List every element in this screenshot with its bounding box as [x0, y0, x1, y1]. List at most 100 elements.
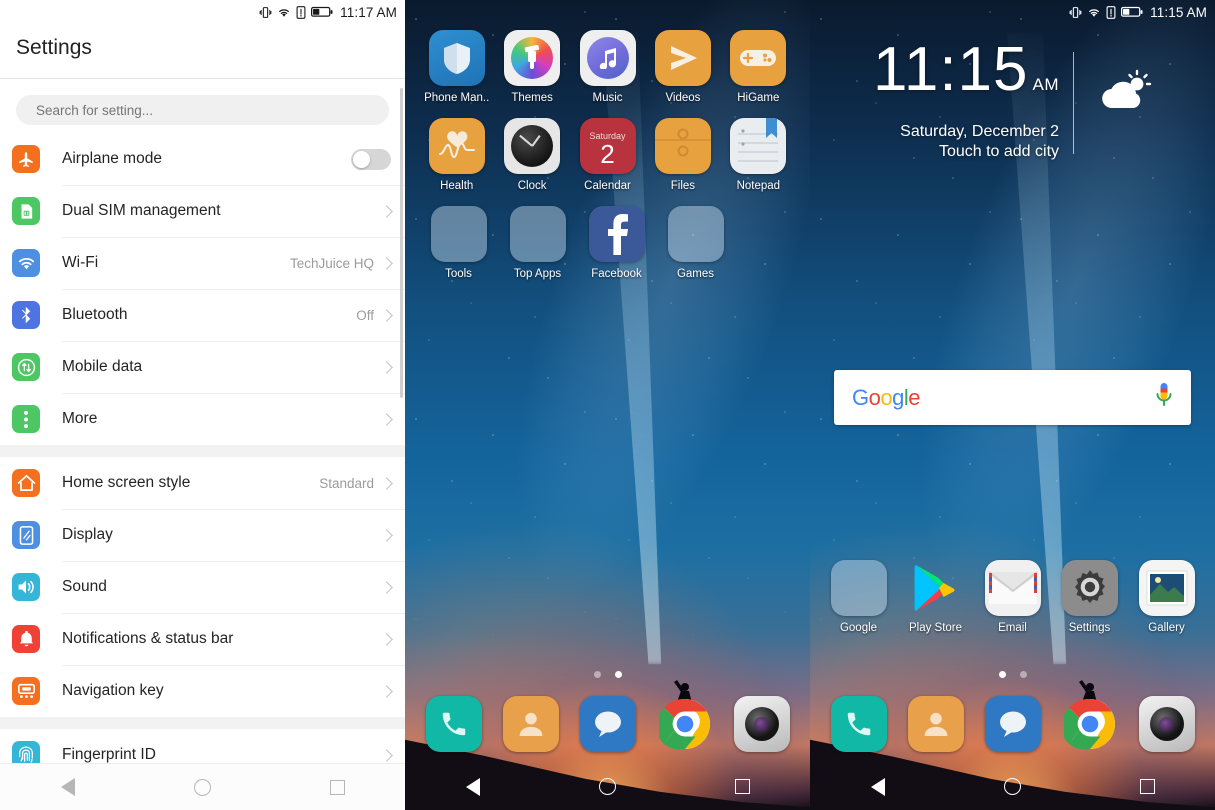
settings-list[interactable]: Airplane mode Dual SIM management Wi-Fi Tec…	[0, 88, 405, 781]
recents-button[interactable]	[715, 763, 771, 810]
back-button[interactable]	[40, 764, 96, 810]
sound-icon	[12, 573, 40, 601]
settings-row-more[interactable]: More	[0, 393, 405, 445]
messages-icon[interactable]	[984, 696, 1041, 752]
photo-icon	[1138, 560, 1195, 616]
settings-row-sound[interactable]: Sound	[0, 561, 405, 613]
app-phone-manager[interactable]: Phone Man..	[419, 30, 494, 104]
recents-button[interactable]	[310, 764, 366, 810]
page-dot-active[interactable]	[998, 671, 1006, 678]
app-label: Play Store	[908, 622, 963, 634]
chrome-icon[interactable]	[657, 696, 713, 752]
google-search-bar[interactable]: Google	[834, 370, 1191, 425]
app-clock[interactable]: Clock	[494, 118, 569, 192]
folder-icon	[509, 206, 566, 262]
settings-row-label: Fingerprint ID	[62, 746, 156, 763]
app-gallery[interactable]: Gallery	[1128, 560, 1205, 634]
app-calendar[interactable]: Saturday 2 Calendar	[570, 118, 645, 192]
analog-clock-icon	[504, 118, 561, 174]
folder-tools[interactable]: Tools	[419, 206, 498, 280]
settings-row-label: Bluetooth	[62, 306, 128, 323]
bluetooth-icon	[12, 301, 40, 329]
scrollbar-thumb[interactable]	[400, 88, 403, 398]
settings-row-airplane-mode[interactable]: Airplane mode	[0, 133, 405, 185]
home-button[interactable]	[175, 764, 231, 810]
settings-row-bluetooth[interactable]: Bluetooth Off	[0, 289, 405, 341]
back-button[interactable]	[850, 763, 906, 810]
recents-button[interactable]	[1120, 763, 1176, 810]
app-facebook[interactable]: Facebook	[577, 206, 656, 280]
clock-weather-widget[interactable]: 11:15 AM Saturday, December 2 Touch to ad…	[810, 39, 1215, 161]
app-settings[interactable]: Settings	[1051, 560, 1128, 634]
settings-row-value: Off	[356, 307, 374, 323]
settings-row-home-screen-style[interactable]: Home screen style Standard	[0, 457, 405, 509]
search-input[interactable]	[16, 95, 389, 125]
folder-google[interactable]: Google	[820, 560, 897, 634]
app-themes[interactable]: Themes	[494, 30, 569, 104]
camera-icon[interactable]	[733, 696, 790, 752]
settings-row-navigation-key[interactable]: Navigation key	[0, 665, 405, 717]
microphone-icon[interactable]	[1155, 382, 1173, 413]
chrome-icon[interactable]	[1062, 696, 1118, 752]
toggle-switch[interactable]	[351, 148, 391, 170]
folder-label: Top Apps	[513, 268, 562, 280]
back-button[interactable]	[445, 763, 501, 810]
status-time-left: 11:17 AM	[340, 4, 397, 20]
settings-row-dual-sim-management[interactable]: Dual SIM management	[0, 185, 405, 237]
settings-row-label: More	[62, 410, 98, 427]
add-city-prompt[interactable]: Touch to add city	[873, 143, 1059, 161]
settings-row-label: Dual SIM management	[62, 202, 221, 219]
messages-icon[interactable]	[579, 696, 636, 752]
settings-row-wi-fi[interactable]: Wi-Fi TechJuice HQ	[0, 237, 405, 289]
page-dot[interactable]	[1019, 671, 1027, 678]
app-higame[interactable]: HiGame	[721, 30, 796, 104]
battery-icon	[311, 6, 333, 18]
app-files[interactable]: Files	[645, 118, 720, 192]
app-label: Email	[998, 622, 1027, 634]
recents-square-icon	[330, 779, 345, 795]
navigation-bar-middle	[405, 763, 810, 810]
settings-row-notifications-status-bar[interactable]: Notifications & status bar	[0, 613, 405, 665]
shield-icon	[428, 30, 485, 86]
phone-icon[interactable]	[830, 696, 887, 752]
app-label: Facebook	[591, 268, 642, 280]
settings-row-label: Home screen style	[62, 474, 191, 491]
settings-row-mobile-data[interactable]: Mobile data	[0, 341, 405, 393]
chevron-right-icon	[380, 580, 393, 594]
search-bar-container	[0, 88, 405, 132]
folder-games[interactable]: Games	[656, 206, 735, 280]
app-label: Calendar	[584, 180, 631, 192]
sun-behind-cloud-icon[interactable]	[1096, 68, 1152, 117]
app-videos[interactable]: Videos	[645, 30, 720, 104]
folder-icon	[430, 206, 487, 262]
page-dot[interactable]	[593, 671, 601, 678]
phone-icon[interactable]	[425, 696, 482, 752]
settings-row-display[interactable]: Display	[0, 509, 405, 561]
dock-main-page	[810, 685, 1215, 763]
status-bar-left: 11:17 AM	[0, 0, 405, 24]
page-dot-active[interactable]	[614, 671, 622, 678]
clock-text-block: 11:15 AM Saturday, December 2 Touch to ad…	[873, 39, 1073, 161]
clock-ampm: AM	[1032, 75, 1060, 94]
app-notepad[interactable]: Notepad	[721, 118, 796, 192]
app-music[interactable]: Music	[570, 30, 645, 104]
gear-icon	[1061, 560, 1118, 616]
app-label: Files	[670, 180, 696, 192]
recents-square-icon	[1140, 779, 1155, 794]
settings-row-label: Mobile data	[62, 358, 143, 375]
recents-square-icon	[735, 779, 750, 794]
app-email[interactable]: Email	[974, 560, 1051, 634]
folder-top-apps[interactable]: Top Apps	[498, 206, 577, 280]
home-button[interactable]	[580, 763, 636, 810]
page-title: Settings	[16, 36, 92, 59]
settings-row-label: Airplane mode	[62, 150, 162, 167]
camera-icon[interactable]	[1138, 696, 1195, 752]
settings-row-value: TechJuice HQ	[289, 255, 374, 271]
app-play-store[interactable]: Play Store	[897, 560, 974, 634]
contacts-icon[interactable]	[502, 696, 559, 752]
home-button[interactable]	[985, 763, 1041, 810]
battery-icon	[1121, 6, 1143, 18]
contacts-icon[interactable]	[907, 696, 964, 752]
navigation-bar-left	[0, 763, 405, 810]
app-health[interactable]: Health	[419, 118, 494, 192]
